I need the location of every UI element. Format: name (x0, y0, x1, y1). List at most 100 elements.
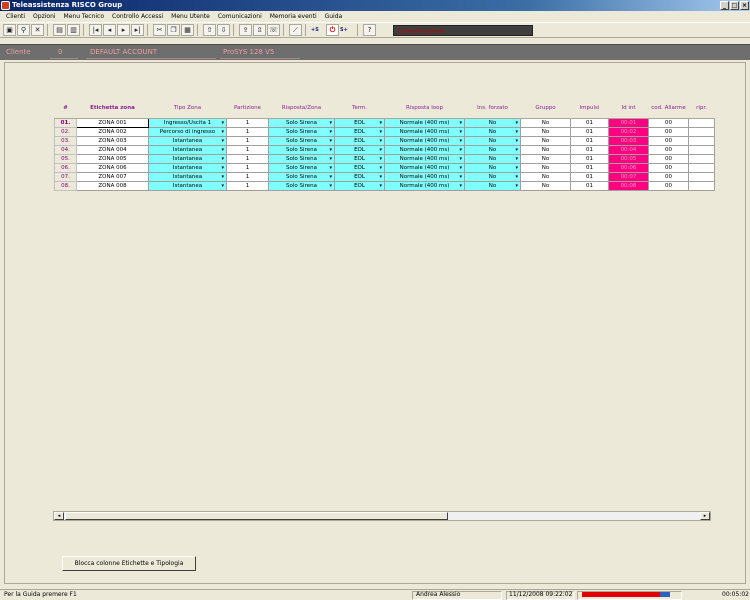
menu-controllo-accessi[interactable]: Controllo Accessi (109, 11, 168, 22)
col-header-idint[interactable]: Id int (608, 100, 649, 119)
col-header-label[interactable]: Etichetta zona (76, 100, 149, 119)
col-header-term[interactable]: Term. (334, 100, 385, 119)
send-icon[interactable]: ⇪ (239, 24, 252, 36)
forced-arm-select[interactable]: No ▾ (464, 171, 521, 182)
zone-label-cell[interactable]: ZONA 006 (76, 162, 149, 173)
dropdown-arrow-icon[interactable]: ▾ (379, 173, 382, 180)
dropdown-arrow-icon[interactable]: ▾ (329, 128, 332, 135)
add-s-button[interactable]: +S (311, 27, 325, 33)
dropdown-arrow-icon[interactable]: ▾ (379, 146, 382, 153)
group-cell[interactable]: No (520, 162, 571, 173)
col-header-response[interactable]: Risposta/Zona (268, 100, 335, 119)
table-row[interactable]: 08. ZONA 008 Istantanea ▾ 1 Solo Sirena ▾ EOL ▾ N… (54, 180, 715, 191)
pulses-cell[interactable]: 01 (570, 126, 609, 137)
restore-cell[interactable] (688, 180, 715, 191)
termination-select[interactable]: EOL ▾ (334, 144, 385, 155)
find-icon[interactable]: ⚲ (17, 24, 30, 36)
pulses-cell[interactable]: 01 (570, 153, 609, 164)
partition-cell[interactable]: 1 (226, 153, 269, 164)
loop-response-select[interactable]: Normale (400 ms) ▾ (384, 171, 465, 182)
dropdown-arrow-icon[interactable]: ▾ (329, 119, 332, 126)
partition-cell[interactable]: 1 (226, 180, 269, 191)
zone-response-select[interactable]: Solo Sirena ▾ (268, 126, 335, 137)
dropdown-arrow-icon[interactable]: ▾ (515, 164, 518, 171)
col-header-alarm-code[interactable]: cod. Allarme (648, 100, 689, 119)
next-record-icon[interactable]: ▸ (117, 24, 130, 36)
save-icon[interactable]: ▤ (53, 24, 66, 36)
delete-icon[interactable]: ✕ (31, 24, 44, 36)
dropdown-arrow-icon[interactable]: ▾ (379, 128, 382, 135)
group-cell[interactable]: No (520, 144, 571, 155)
dropdown-arrow-icon[interactable]: ▾ (459, 146, 462, 153)
col-header-forced[interactable]: Ins. forzato (464, 100, 521, 119)
partition-cell[interactable]: 1 (226, 171, 269, 182)
zone-label-cell[interactable]: ZONA 003 (76, 135, 149, 146)
zone-label-cell[interactable]: ZONA 008 (76, 180, 149, 191)
restore-cell[interactable] (688, 153, 715, 164)
group-cell[interactable]: No (520, 153, 571, 164)
menu-opzioni[interactable]: Opzioni (30, 11, 61, 22)
restore-cell[interactable] (688, 162, 715, 173)
zone-label-cell[interactable]: ZONA 002 (76, 126, 149, 137)
dropdown-arrow-icon[interactable]: ▾ (329, 164, 332, 171)
dropdown-arrow-icon[interactable]: ▾ (221, 119, 224, 126)
group-cell[interactable]: No (520, 135, 571, 146)
dropdown-arrow-icon[interactable]: ▾ (379, 182, 382, 189)
dropdown-arrow-icon[interactable]: ▾ (379, 155, 382, 162)
partition-cell[interactable]: 1 (226, 117, 269, 128)
zone-label-cell[interactable]: ZONA 007 (76, 171, 149, 182)
dropdown-arrow-icon[interactable]: ▾ (515, 182, 518, 189)
menu-clienti[interactable]: Clienti (3, 11, 30, 22)
zone-response-select[interactable]: Solo Sirena ▾ (268, 135, 335, 146)
loop-response-select[interactable]: Normale (400 ms) ▾ (384, 162, 465, 173)
zone-type-select[interactable]: Istantanea ▾ (148, 180, 227, 191)
col-header-restore[interactable]: ripr. (688, 100, 715, 119)
pulses-cell[interactable]: 01 (570, 135, 609, 146)
zone-type-select[interactable]: Ingresso/Uscita 1 ▾ (148, 117, 227, 128)
table-row[interactable]: 05. ZONA 005 Istantanea ▾ 1 Solo Sirena ▾ EOL ▾ N… (54, 153, 715, 164)
restore-cell[interactable] (688, 171, 715, 182)
termination-select[interactable]: EOL ▾ (334, 180, 385, 191)
zone-response-select[interactable]: Solo Sirena ▾ (268, 144, 335, 155)
print-icon[interactable]: ▥ (67, 24, 80, 36)
zone-type-select[interactable]: Istantanea ▾ (148, 171, 227, 182)
zone-type-select[interactable]: Istantanea ▾ (148, 153, 227, 164)
menu-utente[interactable]: Menu Utente (168, 11, 215, 22)
zone-response-select[interactable]: Solo Sirena ▾ (268, 162, 335, 173)
dropdown-arrow-icon[interactable]: ▾ (329, 137, 332, 144)
dropdown-arrow-icon[interactable]: ▾ (459, 164, 462, 171)
forced-arm-select[interactable]: No ▾ (464, 126, 521, 137)
pulses-cell[interactable]: 01 (570, 144, 609, 155)
scroll-right-icon[interactable]: ▸ (700, 512, 710, 520)
dropdown-arrow-icon[interactable]: ▾ (459, 119, 462, 126)
first-record-icon[interactable]: |◂ (89, 24, 102, 36)
col-header-partition[interactable]: Partizione (226, 100, 269, 119)
group-cell[interactable]: No (520, 171, 571, 182)
table-row[interactable]: 02. ZONA 002 Percorso di ingresso ▾ 1 Solo Si… (54, 126, 715, 137)
dropdown-arrow-icon[interactable]: ▾ (221, 164, 224, 171)
restore-cell[interactable] (688, 117, 715, 128)
table-row[interactable]: 06. ZONA 006 Istantanea ▾ 1 Solo Sirena ▾ EOL ▾ N… (54, 162, 715, 173)
group-cell[interactable]: No (520, 180, 571, 191)
menu-guida[interactable]: Guida (322, 11, 348, 22)
download-icon[interactable]: ⇩ (217, 24, 230, 36)
dropdown-arrow-icon[interactable]: ▾ (329, 146, 332, 153)
menu-memoria-eventi[interactable]: Memoria eventi (267, 11, 322, 22)
col-header-loop[interactable]: Risposta loop (384, 100, 465, 119)
dropdown-arrow-icon[interactable]: ▾ (459, 128, 462, 135)
partition-cell[interactable]: 1 (226, 135, 269, 146)
forced-arm-select[interactable]: No ▾ (464, 135, 521, 146)
termination-select[interactable]: EOL ▾ (334, 126, 385, 137)
dropdown-arrow-icon[interactable]: ▾ (329, 155, 332, 162)
paste-icon[interactable]: ▦ (181, 24, 194, 36)
dropdown-arrow-icon[interactable]: ▾ (459, 173, 462, 180)
alarm-code-cell[interactable]: 00 (648, 162, 689, 173)
zone-response-select[interactable]: Solo Sirena ▾ (268, 117, 335, 128)
minimize-button[interactable]: _ (720, 1, 729, 10)
alarm-code-cell[interactable]: 00 (648, 135, 689, 146)
dropdown-arrow-icon[interactable]: ▾ (379, 119, 382, 126)
zone-label-cell[interactable]: ZONA 004 (76, 144, 149, 155)
zone-type-select[interactable]: Percorso di ingresso ▾ (148, 126, 227, 137)
pulses-cell[interactable]: 01 (570, 180, 609, 191)
restore-cell[interactable] (688, 135, 715, 146)
